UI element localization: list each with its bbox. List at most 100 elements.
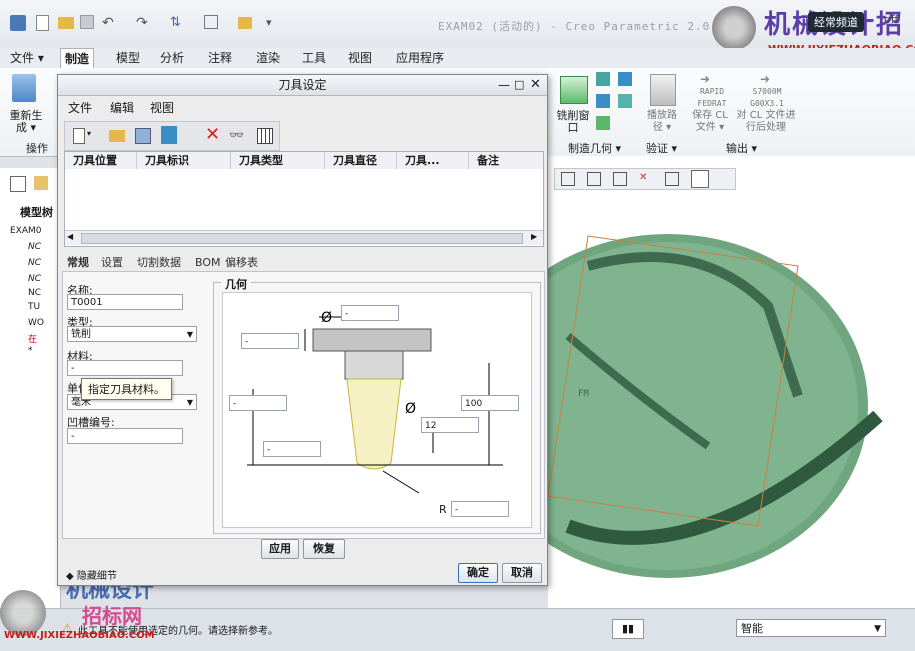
open-icon[interactable]	[109, 130, 125, 142]
tab-view[interactable]: 视图	[344, 48, 376, 68]
regenerate-icon[interactable]	[12, 74, 36, 102]
tab-applications[interactable]: 应用程序	[392, 48, 448, 68]
mfg-geom-icon-1[interactable]	[596, 72, 610, 86]
mill-window-icon[interactable]	[560, 76, 588, 104]
col-header-type[interactable]: 刀具类型	[231, 152, 325, 169]
menu-edit[interactable]: 编辑	[110, 99, 134, 116]
tab-analysis[interactable]: 分析	[156, 48, 188, 68]
model-tree-icon[interactable]	[10, 176, 26, 192]
mfg-geom-icon-5[interactable]	[596, 116, 610, 130]
mfg-geom-icon-4[interactable]	[618, 94, 632, 108]
dim-cut-length-field[interactable]: -	[263, 441, 321, 457]
tree-item[interactable]: WO	[28, 318, 44, 328]
s7000m-icon[interactable]: ➜	[760, 72, 770, 86]
col-header-position[interactable]: 刀具位置	[65, 152, 137, 169]
restore-button[interactable]: 恢复	[303, 539, 345, 559]
dim-total-length-field[interactable]: 100	[461, 395, 519, 411]
graphics-area[interactable]: ✕ FM	[548, 156, 915, 608]
display-style-icon[interactable]	[665, 172, 679, 186]
dim-diameter-field[interactable]: 12	[421, 417, 479, 433]
minimize-icon[interactable]: —	[498, 75, 510, 95]
tab-manufacturing[interactable]: 制造	[60, 48, 95, 69]
save-cl-file-button[interactable]: 保存 CL 文件 ▾	[688, 110, 732, 134]
undo-icon[interactable]: ↶	[102, 15, 118, 31]
scroll-right-icon[interactable]: ▶	[531, 232, 537, 241]
tab-tools[interactable]: 工具	[298, 48, 330, 68]
col-header-length[interactable]: 刀具...	[397, 152, 469, 169]
mfg-geom-icon-2[interactable]	[618, 72, 632, 86]
preview-icon[interactable]: 👓	[229, 128, 244, 142]
tree-item[interactable]: NC	[28, 288, 41, 298]
tab-offset-table[interactable]: 偏移表	[222, 255, 261, 271]
tree-item[interactable]: NC	[28, 258, 41, 268]
col-header-id[interactable]: 刀具标识	[137, 152, 231, 169]
tab-settings[interactable]: 设置	[98, 255, 126, 271]
close-icon[interactable]: ✕	[530, 75, 541, 95]
ok-button[interactable]: 确定	[458, 563, 498, 583]
tab-model[interactable]: 模型	[112, 48, 144, 68]
maximize-icon[interactable]: □	[514, 75, 524, 95]
material-field[interactable]: -	[67, 360, 183, 376]
tab-render[interactable]: 渲染	[252, 48, 284, 68]
smart-filter-select[interactable]: 智能 ▼	[736, 619, 886, 637]
dim-left-length-field[interactable]: -	[229, 395, 287, 411]
post-process-cl-button[interactable]: 对 CL 文件进行后处理	[734, 110, 798, 134]
menu-view[interactable]: 视图	[150, 99, 174, 116]
tree-item[interactable]: 在	[28, 332, 37, 345]
redo-icon[interactable]: ↷	[136, 15, 152, 31]
save-icon[interactable]	[135, 128, 151, 144]
datum-display-icon[interactable]	[691, 170, 709, 188]
layer-tree-icon[interactable]	[34, 176, 48, 190]
chevron-down-icon[interactable]: ▼	[187, 327, 193, 343]
hide-details-toggle[interactable]: ◆ 隐藏细节	[66, 567, 117, 582]
regenerate-button[interactable]: 重新生成 ▾	[6, 110, 46, 134]
camera-icon[interactable]	[613, 172, 627, 186]
horizontal-scrollbar[interactable]: ◀ ▶	[65, 230, 543, 245]
tab-annotate[interactable]: 注释	[204, 48, 236, 68]
chevron-down-icon[interactable]: ▼	[874, 620, 881, 638]
tree-item[interactable]: *	[28, 346, 33, 356]
tree-item[interactable]: EXAM0	[10, 226, 42, 236]
tree-item[interactable]: NC	[28, 242, 41, 252]
groove-field[interactable]: -	[67, 428, 183, 444]
regenerate-icon[interactable]: ⇅	[170, 15, 186, 31]
tree-item[interactable]: NC	[28, 274, 41, 284]
view-manager-icon[interactable]	[587, 172, 601, 186]
mill-window-button[interactable]: 铣削窗口	[556, 110, 590, 134]
scroll-left-icon[interactable]: ◀	[67, 232, 73, 241]
columns-icon[interactable]	[257, 128, 273, 144]
axes-display-icon[interactable]: ✕	[639, 172, 651, 184]
tab-file[interactable]: 文件 ▾	[6, 48, 48, 68]
selection-filter-icon[interactable]: ▮▮	[612, 619, 644, 639]
menu-file[interactable]: 文件	[68, 99, 92, 116]
save-icon[interactable]	[80, 15, 94, 29]
tool-table[interactable]: 刀具位置 刀具标识 刀具类型 刀具直径 刀具... 备注 ◀ ▶	[64, 151, 544, 247]
scrollbar-thumb[interactable]	[81, 233, 523, 244]
mfg-geom-icon-3[interactable]	[596, 94, 610, 108]
new-file-icon[interactable]	[36, 15, 49, 31]
tab-cut-data[interactable]: 切割数据	[134, 255, 184, 271]
table-settings-icon[interactable]	[161, 126, 177, 144]
chevron-down-icon[interactable]: ▾	[87, 129, 91, 138]
dim-top-diameter-field[interactable]: -	[341, 305, 399, 321]
rapid-icon[interactable]: ➜	[700, 72, 710, 86]
apply-button[interactable]: 应用	[261, 539, 299, 559]
type-select[interactable]: 铣削 ▼	[67, 326, 197, 342]
tree-item[interactable]: TU	[28, 302, 40, 312]
play-path-icon[interactable]	[650, 74, 676, 106]
close-window-icon[interactable]	[238, 17, 252, 29]
cancel-button[interactable]: 取消	[502, 563, 542, 583]
col-header-diameter[interactable]: 刀具直径	[325, 152, 397, 169]
delete-icon[interactable]: ✕	[205, 124, 220, 145]
open-folder-icon[interactable]	[58, 17, 74, 29]
chevron-down-icon[interactable]: ▼	[187, 395, 193, 411]
dim-flange-height-field[interactable]: -	[241, 333, 299, 349]
new-tool-icon[interactable]	[73, 128, 85, 144]
customize-dropdown-icon[interactable]: ▾	[266, 15, 282, 31]
name-field[interactable]: T0001	[67, 294, 183, 310]
play-path-button[interactable]: 播放路径 ▾	[644, 110, 680, 134]
col-header-remark[interactable]: 备注	[469, 152, 543, 169]
windows-icon[interactable]	[204, 15, 218, 29]
tab-bom[interactable]: BOM	[192, 255, 224, 271]
dim-radius-field[interactable]: -	[451, 501, 509, 517]
